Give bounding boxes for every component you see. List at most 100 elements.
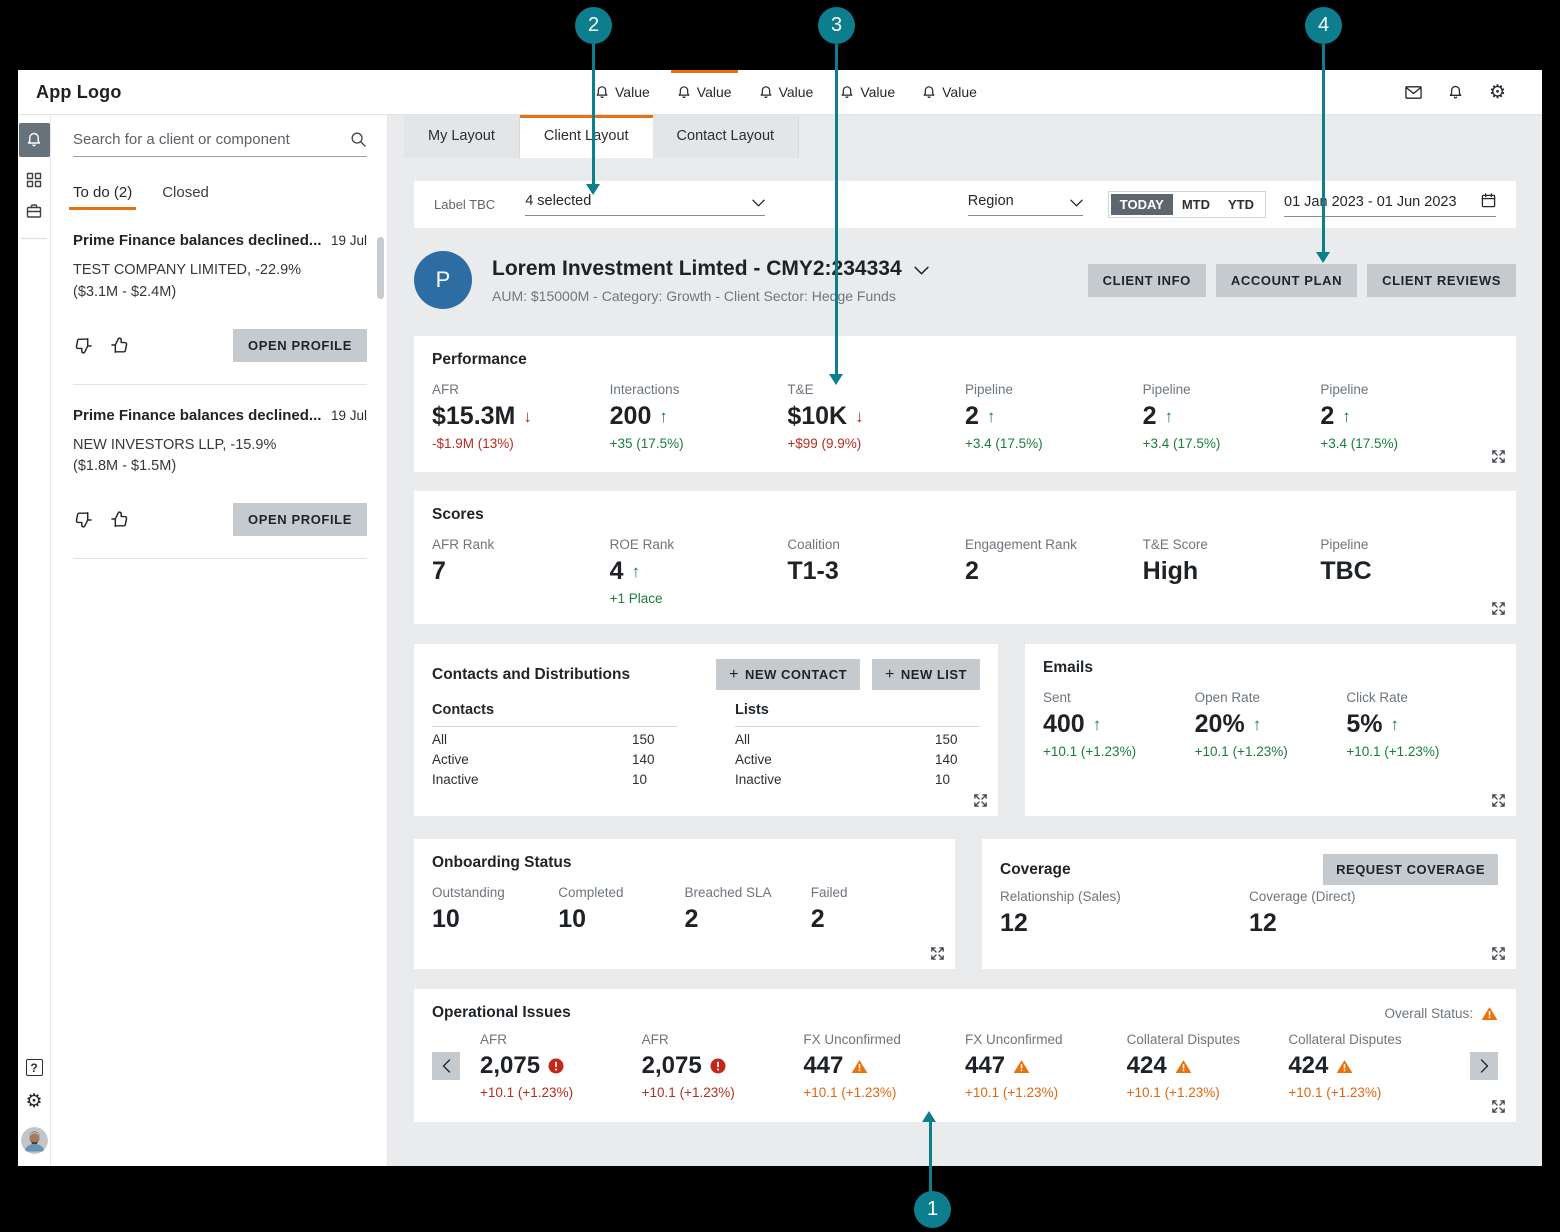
period-mtd[interactable]: MTD xyxy=(1173,194,1219,215)
card-title: Coverage xyxy=(1000,861,1071,879)
main-area: My Layout Client Layout Contact Layout L… xyxy=(388,115,1542,1166)
help-icon[interactable]: ? xyxy=(26,1059,43,1076)
metric-breached-sla: Breached SLA 2 xyxy=(685,885,811,934)
top-nav-item-5[interactable]: Value xyxy=(922,70,977,114)
new-contact-button[interactable]: +NEW CONTACT xyxy=(716,659,860,690)
top-nav-item-4[interactable]: Value xyxy=(840,70,895,114)
bell-icon[interactable] xyxy=(1447,85,1464,100)
coverage-card: Coverage REQUEST COVERAGE Relationship (… xyxy=(982,839,1516,969)
metric-pipeline-score: Pipeline TBC xyxy=(1320,537,1498,606)
tab-client-layout[interactable]: Client Layout xyxy=(520,115,653,158)
up-arrow-icon: ↑ xyxy=(1165,407,1174,427)
tab-my-layout[interactable]: My Layout xyxy=(404,115,520,158)
expand-icon[interactable] xyxy=(1491,793,1506,808)
table-row: All150 xyxy=(432,727,677,747)
settings-gear-icon[interactable]: ⚙ xyxy=(25,1092,42,1111)
metric-collateral-disputes: Collateral Disputes 424 +10.1 (+1.23%) xyxy=(1127,1032,1289,1100)
app-logo: App Logo xyxy=(36,82,122,103)
todo-date: 19 Jul xyxy=(331,233,367,248)
up-arrow-icon: ↑ xyxy=(659,407,668,427)
top-nav-item-3[interactable]: Value xyxy=(759,70,814,114)
tab-contact-layout[interactable]: Contact Layout xyxy=(653,115,800,158)
metric-coalition: Coalition T1-3 xyxy=(787,537,965,606)
client-info-button[interactable]: CLIENT INFO xyxy=(1088,264,1206,297)
open-profile-button[interactable]: OPEN PROFILE xyxy=(233,503,367,536)
thumbs-down-icon[interactable] xyxy=(73,335,94,356)
tab-todo[interactable]: To do (2) xyxy=(73,184,132,210)
up-arrow-icon: ↑ xyxy=(1342,407,1351,427)
search-field xyxy=(73,131,367,157)
region-dropdown[interactable]: Region xyxy=(968,193,1083,216)
thumbs-up-icon[interactable] xyxy=(109,509,130,530)
request-coverage-button[interactable]: REQUEST COVERAGE xyxy=(1323,854,1498,885)
card-title: Performance xyxy=(432,351,1498,369)
client-title-row[interactable]: Lorem Investment Limted - CMY2:234334 xyxy=(492,257,929,281)
card-title: Contacts and Distributions xyxy=(432,666,630,684)
callout-badge-2: 2 xyxy=(575,7,612,44)
todo-card: Prime Finance balances declined... 19 Ju… xyxy=(73,385,367,560)
scores-card: Scores AFR Rank 7 ROE Rank 4↑ +1 Place C xyxy=(414,491,1516,624)
top-nav-item-2[interactable]: Value xyxy=(677,70,732,114)
up-arrow-icon: ↑ xyxy=(1093,715,1102,735)
clients-dropdown[interactable]: 4 selected xyxy=(525,193,765,216)
warning-triangle-icon xyxy=(851,1059,868,1074)
tab-closed[interactable]: Closed xyxy=(162,184,209,210)
carousel-prev-button[interactable] xyxy=(432,1052,460,1080)
metric-engagement-rank: Engagement Rank 2 xyxy=(965,537,1143,606)
client-header: P Lorem Investment Limted - CMY2:234334 … xyxy=(414,251,1516,309)
user-avatar[interactable] xyxy=(21,1127,48,1154)
rail-portfolio-button[interactable] xyxy=(26,203,42,219)
metric-relationship-sales: Relationship (Sales) 12 xyxy=(1000,889,1249,938)
chevron-down-icon[interactable] xyxy=(914,266,929,275)
scrollbar-thumb[interactable] xyxy=(377,237,384,299)
date-range-field[interactable]: 01 Jan 2023 - 01 Jun 2023 xyxy=(1284,193,1496,217)
search-input[interactable] xyxy=(73,131,350,148)
client-reviews-button[interactable]: CLIENT REVIEWS xyxy=(1367,264,1516,297)
top-nav-label: Value xyxy=(942,84,977,100)
top-nav-item-1[interactable]: Value xyxy=(595,70,650,114)
mail-icon[interactable] xyxy=(1405,85,1422,100)
filter-label: Label TBC xyxy=(434,197,495,212)
user-photo xyxy=(21,1127,48,1154)
expand-icon[interactable] xyxy=(1491,449,1506,464)
todo-date: 19 Jul xyxy=(331,408,367,423)
thumbs-down-icon[interactable] xyxy=(73,509,94,530)
open-profile-button[interactable]: OPEN PROFILE xyxy=(233,329,367,362)
onboarding-card: Onboarding Status Outstanding 10 Complet… xyxy=(414,839,955,969)
bell-icon xyxy=(922,85,936,100)
expand-icon[interactable] xyxy=(930,946,945,961)
layout-tabs: My Layout Client Layout Contact Layout xyxy=(388,115,1542,158)
metric-completed: Completed 10 xyxy=(558,885,684,934)
card-title: Scores xyxy=(432,506,1498,524)
gear-icon[interactable]: ⚙ xyxy=(1489,83,1506,102)
up-arrow-icon: ↑ xyxy=(632,562,641,582)
expand-icon[interactable] xyxy=(1491,1099,1506,1114)
metric-interactions: Interactions 200↑ +35 (17.5%) xyxy=(610,382,788,451)
period-toggle: TODAY MTD YTD xyxy=(1108,191,1266,218)
date-range-value: 01 Jan 2023 - 01 Jun 2023 xyxy=(1284,194,1473,210)
period-ytd[interactable]: YTD xyxy=(1219,194,1263,215)
rail-dashboard-button[interactable] xyxy=(26,172,42,188)
metric-afr: AFR $15.3M↓ -$1.9M (13%) xyxy=(432,382,610,451)
expand-icon[interactable] xyxy=(1491,946,1506,961)
metric-click-rate: Click Rate 5%↑ +10.1 (+1.23%) xyxy=(1346,690,1498,759)
expand-icon[interactable] xyxy=(973,793,988,808)
search-icon[interactable] xyxy=(350,131,367,148)
up-arrow-icon: ↑ xyxy=(987,407,996,427)
contacts-card: Contacts and Distributions +NEW CONTACT … xyxy=(414,644,998,816)
account-plan-button[interactable]: ACCOUNT PLAN xyxy=(1216,264,1357,297)
region-dropdown-value: Region xyxy=(968,193,1062,209)
table-row: Active140 xyxy=(432,747,677,767)
carousel-next-button[interactable] xyxy=(1470,1052,1498,1080)
rail-notifications-button[interactable] xyxy=(19,123,50,157)
metric-tae: T&E $10K↓ +$99 (9.9%) xyxy=(787,382,965,451)
period-today[interactable]: TODAY xyxy=(1111,194,1173,215)
new-list-button[interactable]: +NEW LIST xyxy=(872,659,980,690)
expand-icon[interactable] xyxy=(1491,601,1506,616)
operational-issues-card: Operational Issues Overall Status: AFR 2… xyxy=(414,989,1516,1122)
metric-coverage-direct: Coverage (Direct) 12 xyxy=(1249,889,1498,938)
metric-tae-score: T&E Score High xyxy=(1143,537,1321,606)
thumbs-up-icon[interactable] xyxy=(109,335,130,356)
metric-afr-rank: AFR Rank 7 xyxy=(432,537,610,606)
rail-divider xyxy=(21,238,47,239)
